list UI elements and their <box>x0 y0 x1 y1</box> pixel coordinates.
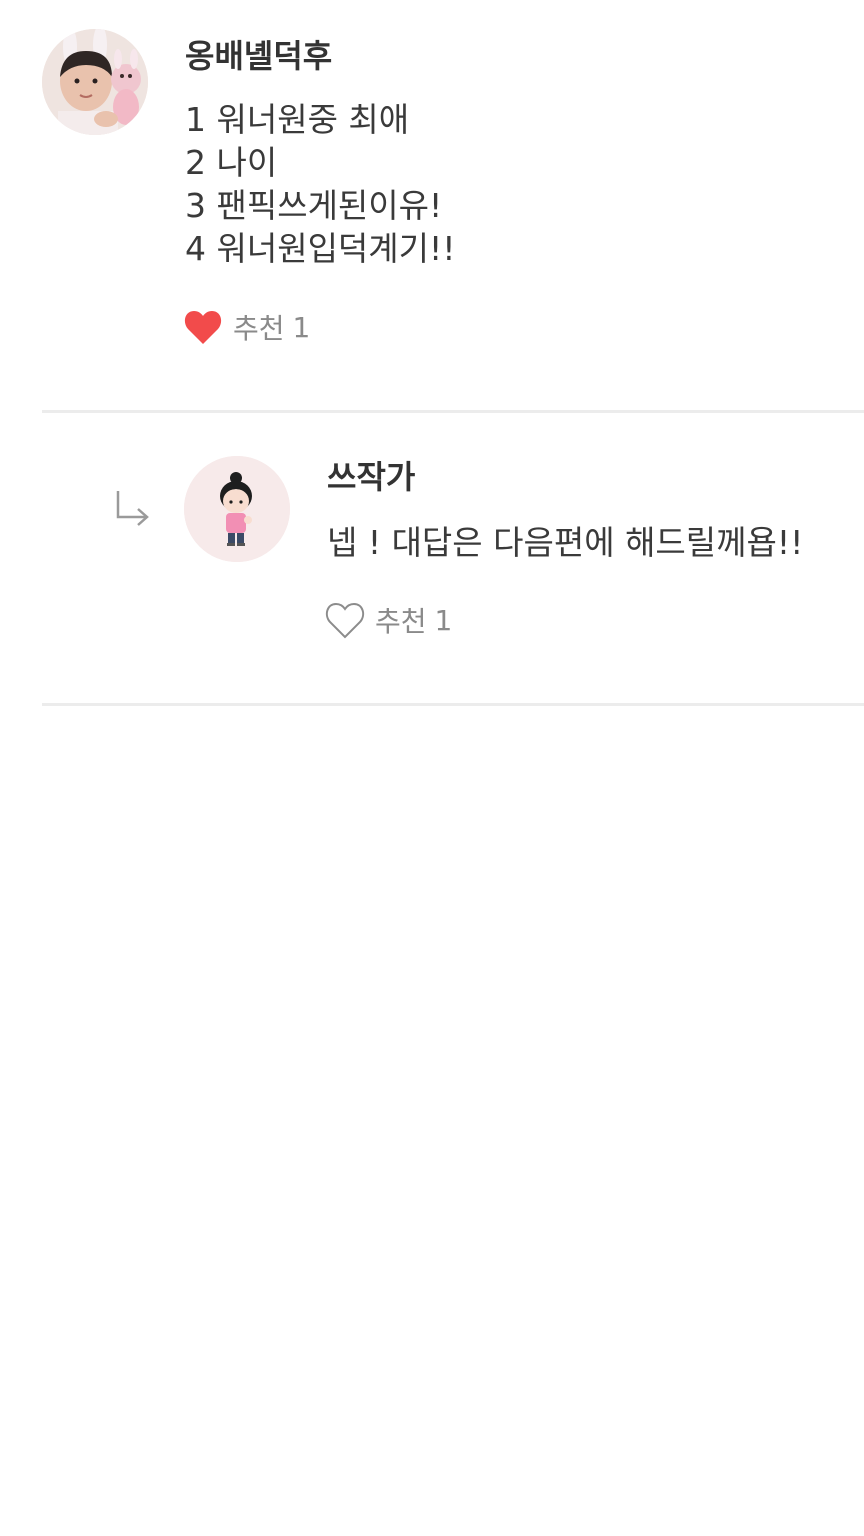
like-label: 추천 <box>375 605 427 638</box>
like-count: 1 <box>434 603 453 637</box>
reply-arrow-icon <box>116 491 149 526</box>
profile-photo-icon <box>42 29 148 135</box>
comment-body: 1 워너원중 최애 2 나이 3 팬픽쓰게된이유! 4 워너원입덕계기!! <box>185 98 455 270</box>
reply-text: 넵 ! 대답은 다음편에 해드릴께욥!! <box>327 523 804 562</box>
reply-body: 넵 ! 대답은 다음편에 해드릴께욥!! <box>327 521 803 564</box>
like-count: 1 <box>292 310 311 344</box>
reply-author[interactable]: 쓰작가 <box>327 457 415 497</box>
comment-line: 3 팬픽쓰게된이유! <box>185 186 443 225</box>
comment-line: 2 나이 <box>185 143 278 182</box>
comment-item: 옹배녤덕후 1 워너원중 최애 2 나이 3 팬픽쓰게된이유! 4 워너원입덕계… <box>0 0 864 412</box>
cartoon-character-icon <box>184 456 290 562</box>
reply-item: 쓰작가 넵 ! 대답은 다음편에 해드릴께욥!! 추천 1 <box>0 413 864 705</box>
avatar[interactable] <box>184 456 290 562</box>
like-label: 추천 <box>233 312 285 345</box>
divider <box>42 703 864 706</box>
comment-line: 4 워너원입덕계기!! <box>185 229 456 268</box>
heart-filled-icon <box>184 311 222 344</box>
like-button[interactable]: 추천 1 <box>183 307 310 347</box>
comment-author[interactable]: 옹배녤덕후 <box>185 36 332 76</box>
avatar[interactable] <box>42 29 148 135</box>
heart-outline-icon <box>325 602 365 639</box>
comment-line: 1 워너원중 최애 <box>185 100 410 139</box>
like-button[interactable]: 추천 1 <box>325 600 452 640</box>
